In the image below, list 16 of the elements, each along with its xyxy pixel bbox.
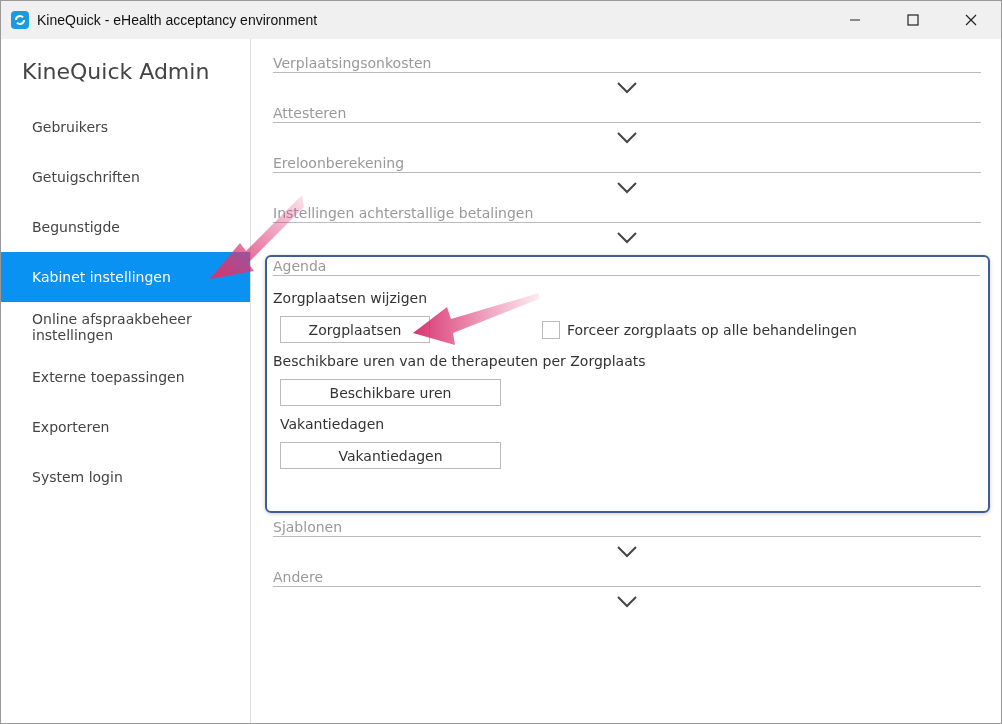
- app-title: KineQuick Admin: [21, 58, 211, 86]
- sidebar-item[interactable]: Externe toepassingen: [1, 352, 250, 402]
- sidebar-item[interactable]: System login: [1, 452, 250, 502]
- sidebar-item[interactable]: Getuigschriften: [1, 152, 250, 202]
- sidebar-item[interactable]: Online afspraakbeheer instellingen: [1, 302, 250, 352]
- sidebar-item[interactable]: Exporteren: [1, 402, 250, 452]
- group-label: Zorgplaatsen wijzigen: [273, 290, 429, 306]
- group-label: Beschikbare uren van de therapeuten per Zorgplaats: [273, 353, 647, 369]
- window-title: KineQuick - eHealth acceptancy environment: [37, 12, 319, 28]
- checkbox-label: Forceer zorgplaats op alle behandelingen: [567, 321, 857, 338]
- sidebar-item[interactable]: Gebruikers: [1, 102, 250, 152]
- group-label: Vakantiedagen: [279, 416, 386, 432]
- sidebar-item[interactable]: Begunstigde: [1, 202, 250, 252]
- action-button[interactable]: Zorgplaatsen: [280, 316, 430, 343]
- action-button[interactable]: Beschikbare uren: [280, 379, 501, 406]
- action-button[interactable]: Vakantiedagen: [280, 442, 501, 469]
